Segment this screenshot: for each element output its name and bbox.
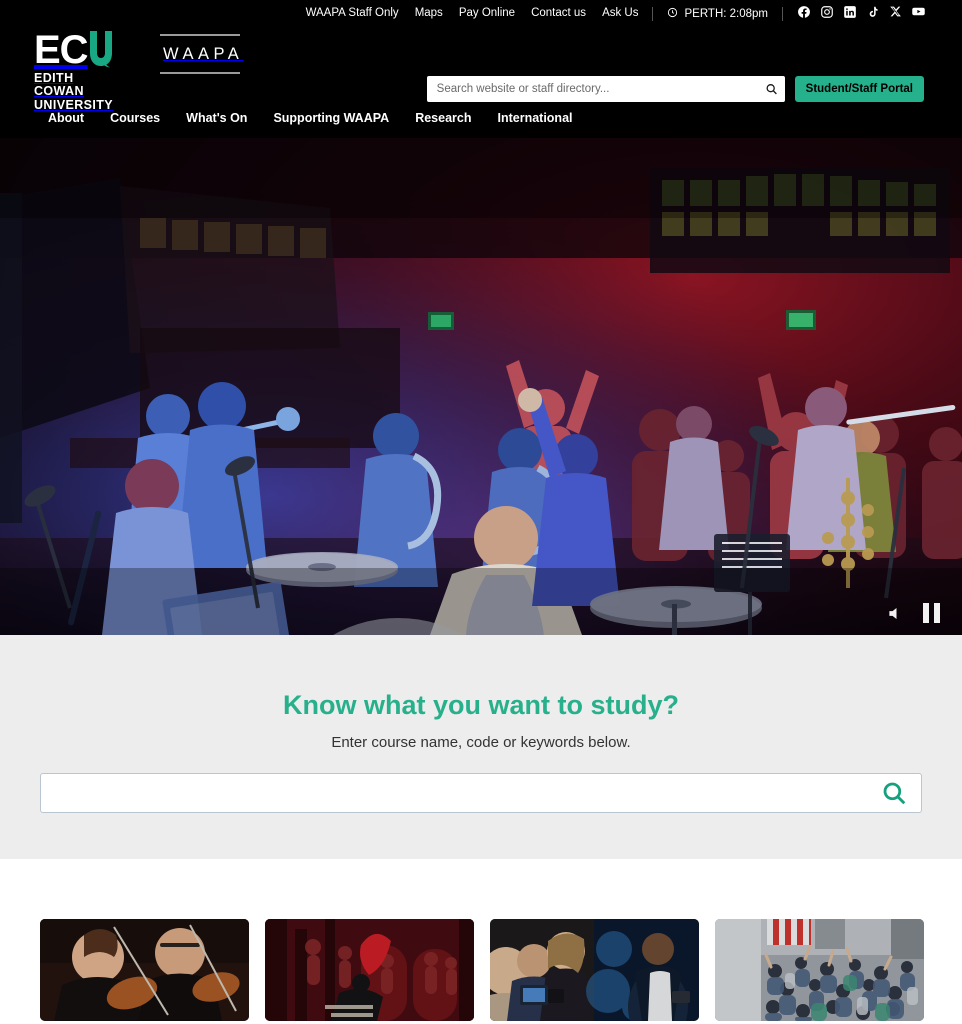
hero-image: [0, 138, 962, 635]
pause-icon[interactable]: [923, 603, 940, 623]
nav-item-research[interactable]: Research: [415, 112, 471, 125]
utility-divider-1: [652, 7, 654, 21]
student-staff-portal-button[interactable]: Student/Staff Portal: [794, 76, 924, 102]
perth-time-label: PERTH: 2:08pm: [684, 8, 768, 20]
card-community-group[interactable]: [715, 919, 924, 1021]
linkedin-icon[interactable]: [843, 5, 857, 24]
waapa-rule-bottom: [160, 71, 240, 74]
nav-item-about[interactable]: About: [48, 112, 84, 125]
card-musical-theatre[interactable]: [265, 919, 474, 1021]
utility-link-maps[interactable]: Maps: [415, 8, 443, 20]
facebook-icon[interactable]: [797, 5, 811, 24]
course-search-icon[interactable]: [881, 780, 907, 806]
utility-link-contact-us[interactable]: Contact us: [531, 8, 586, 20]
utility-bar: WAAPA Staff Only Maps Pay Online Contact…: [0, 0, 962, 28]
card-music-violin-image: [40, 919, 249, 1021]
header-actions: Student/Staff Portal: [426, 76, 924, 102]
youtube-icon[interactable]: [911, 4, 926, 24]
utility-divider-2: [782, 7, 783, 21]
card-screen-media[interactable]: [490, 919, 699, 1021]
study-heading: Know what you want to study?: [283, 690, 679, 720]
nav-item-courses[interactable]: Courses: [110, 112, 160, 125]
utility-links: WAAPA Staff Only Maps Pay Online Contact…: [306, 8, 639, 20]
site-header: WAAPA Staff Only Maps Pay Online Contact…: [0, 0, 962, 138]
ecu-subtitle-line2: UNIVERSITY: [34, 98, 114, 112]
card-music-violin[interactable]: [40, 919, 249, 1021]
waapa-wordmark: WAAPA: [163, 45, 244, 63]
utility-link-pay-online[interactable]: Pay Online: [459, 8, 515, 20]
feature-cards-section: [0, 859, 962, 1021]
card-community-group-image: [715, 919, 924, 1021]
ecu-letter-u: [88, 31, 114, 68]
clock-icon: [667, 7, 678, 21]
x-twitter-icon[interactable]: [889, 5, 902, 23]
video-controls: [887, 603, 940, 623]
main-navigation: About Courses What's On Supporting WAAPA…: [0, 100, 962, 136]
course-search-input[interactable]: [41, 773, 921, 812]
course-search-form: [40, 772, 922, 813]
instagram-icon[interactable]: [820, 5, 834, 24]
card-musical-theatre-image: [265, 919, 474, 1021]
ecu-wordmark: EC: [34, 28, 126, 72]
course-search-section: Know what you want to study? Enter cours…: [0, 635, 962, 859]
nav-item-supporting-waapa[interactable]: Supporting WAAPA: [273, 112, 389, 125]
site-search: [426, 76, 785, 102]
ecu-subtitle-line1: EDITH COWAN: [34, 71, 84, 98]
social-links: [797, 4, 926, 24]
search-input[interactable]: [426, 76, 785, 102]
hero-video: [0, 138, 962, 635]
ecu-logo[interactable]: EC EDITH COWAN UNIVERSITY: [34, 28, 126, 112]
tiktok-icon[interactable]: [866, 5, 880, 24]
nav-item-whats-on[interactable]: What's On: [186, 112, 247, 125]
ecu-letters-ec: EC: [34, 28, 89, 72]
search-icon[interactable]: [765, 83, 778, 96]
study-subheading: Enter course name, code or keywords belo…: [331, 733, 631, 751]
feature-cards-row: [0, 919, 962, 1021]
utility-link-ask-us[interactable]: Ask Us: [602, 8, 638, 20]
brand-row: EC EDITH COWAN UNIVERSITY WAAPA Search w…: [0, 28, 962, 112]
utility-link-waapa-staff-only[interactable]: WAAPA Staff Only: [306, 8, 399, 20]
waapa-logo[interactable]: WAAPA: [160, 34, 240, 74]
card-screen-media-image: [490, 919, 699, 1021]
perth-time: PERTH: 2:08pm: [667, 7, 768, 21]
nav-item-international[interactable]: International: [497, 112, 572, 125]
volume-mute-icon[interactable]: [887, 604, 906, 623]
